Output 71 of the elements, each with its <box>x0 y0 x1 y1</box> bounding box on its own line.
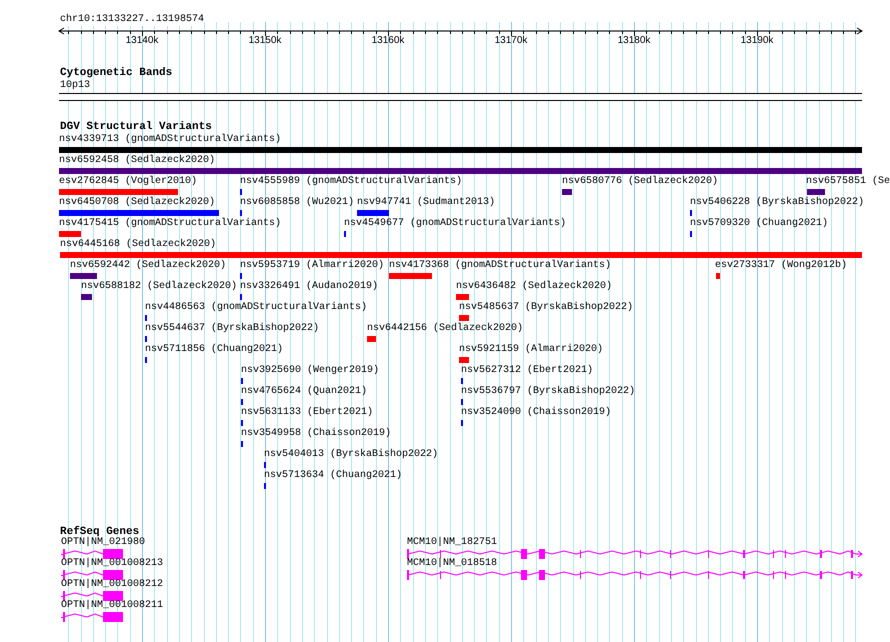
variant-label: nsv5404013 (ByrskaBishop2022) <box>264 449 438 461</box>
variant-bar[interactable] <box>456 294 469 300</box>
variant-label: nsv5953719 (Almarri2020) <box>240 260 384 272</box>
variant-label: nsv5406228 (ByrskaBishop2022) <box>690 197 864 209</box>
variant-label: esv2733317 (Wong2012b) <box>715 260 848 272</box>
variant-label: nsv6436482 (Sedlazeck2020) <box>456 281 612 293</box>
variant-bar[interactable] <box>59 231 81 237</box>
track-title: DGV Structural Variants <box>60 121 212 133</box>
gene-label: MCM10|NM_018518 <box>407 558 498 570</box>
region-label: chr10:13133227..13198574 <box>60 14 204 26</box>
variant-bar[interactable] <box>59 189 178 195</box>
variant-label: nsv3925690 (Wenger2019) <box>241 365 380 377</box>
gene-model-drawing <box>61 611 125 623</box>
variant-label: nsv3524090 (Chaisson2019) <box>461 407 612 419</box>
gene-label: OPTN|NM_021980 <box>61 537 146 549</box>
variant-label: nsv5713634 (Chuang2021) <box>264 470 402 482</box>
variant-label: nsv4173368 (gnomADStructuralVariants) <box>389 260 612 272</box>
variant-label: nsv6588182 (Sedlazeck2020) <box>81 281 238 293</box>
variant-label: nsv6592458 (Sedlazeck2020) <box>59 155 216 167</box>
variant-label: nsv5485637 (ByrskaBishop2022) <box>459 302 634 314</box>
variant-bar[interactable] <box>389 273 432 279</box>
variant-label: nsv6085858 (Wu2021) <box>240 197 354 209</box>
tick-label: 13150k <box>248 35 282 47</box>
variant-label: nsv6575851 (Se <box>806 176 890 188</box>
variant-label: nsv5536797 (ByrskaBishop2022) <box>461 386 636 398</box>
variant-label: nsv5627312 (Ebert2021) <box>461 365 594 377</box>
variant-label: nsv4486563 (gnomADStructuralVariants) <box>145 302 368 314</box>
variant-label: nsv4549677 (gnomADStructuralVariants) <box>344 218 566 230</box>
variant-label: nsv6450708 (Sedlazeck2020) <box>59 197 216 209</box>
variant-label: nsv6445168 (Sedlazeck2020) <box>60 239 216 251</box>
variant-bar[interactable] <box>81 294 92 300</box>
variant-bar[interactable] <box>357 210 389 216</box>
variant-label: nsv4175415 (gnomADStructuralVariants) <box>59 218 282 230</box>
track-title: Cytogenetic Bands <box>60 67 172 79</box>
variant-label: nsv947741 (Sudmant2013) <box>357 197 496 209</box>
variant-label: nsv5709320 (Chuang2021) <box>690 218 828 230</box>
variant-bar[interactable] <box>70 273 97 279</box>
variant-label: nsv3549958 (Chaisson2019) <box>241 428 392 440</box>
variant-bar[interactable] <box>459 315 469 321</box>
band-label: 10p13 <box>60 80 90 92</box>
variant-bar[interactable] <box>807 189 825 195</box>
variant-label: nsv5711856 (Chuang2021) <box>145 344 284 356</box>
track-title: RefSeq Genes <box>60 526 140 538</box>
gene-label: OPTN|NM_001008213 <box>61 558 164 570</box>
variant-label: nsv5921159 (Almarri2020) <box>459 344 604 356</box>
variant-label: nsv6442156 (Sedlazeck2020) <box>367 323 524 335</box>
gene-label: OPTN|NM_001008211 <box>61 600 164 612</box>
tick-label: 13170k <box>494 35 528 47</box>
variant-bar[interactable] <box>562 189 572 195</box>
gene-label: MCM10|NM_182751 <box>407 537 498 549</box>
variant-label: nsv6580776 (Sedlazeck2020) <box>562 176 718 188</box>
variant-label: nsv5631133 (Ebert2021) <box>241 407 374 419</box>
variant-bar[interactable] <box>60 252 862 258</box>
variant-label: nsv5544637 (ByrskaBishop2022) <box>145 323 320 335</box>
tick-label: 13140k <box>126 35 158 47</box>
tick-label: 13180k <box>618 35 650 47</box>
variant-bar[interactable] <box>367 336 376 342</box>
tick-label: 13190k <box>740 35 774 47</box>
variant-bar[interactable] <box>59 210 219 216</box>
tick-label: 13160k <box>372 35 404 47</box>
variant-label: nsv4339713 (gnomADStructuralVariants) <box>59 134 282 146</box>
variant-bar[interactable] <box>459 357 469 363</box>
variant-label: esv2762845 (Vogler2010) <box>59 176 198 188</box>
gene-label: OPTN|NM_001008212 <box>61 579 164 591</box>
variant-bar[interactable] <box>59 147 862 153</box>
variant-label: nsv6592442 (Sedlazeck2020) <box>70 260 226 272</box>
variant-label: nsv3326491 (Audano2019) <box>240 281 378 293</box>
variant-label: nsv4555989 (gnomADStructuralVariants) <box>240 176 462 188</box>
variant-bar[interactable] <box>716 273 720 279</box>
variant-label: nsv4765624 (Quan2021) <box>241 386 368 398</box>
variant-bar[interactable] <box>59 168 862 174</box>
